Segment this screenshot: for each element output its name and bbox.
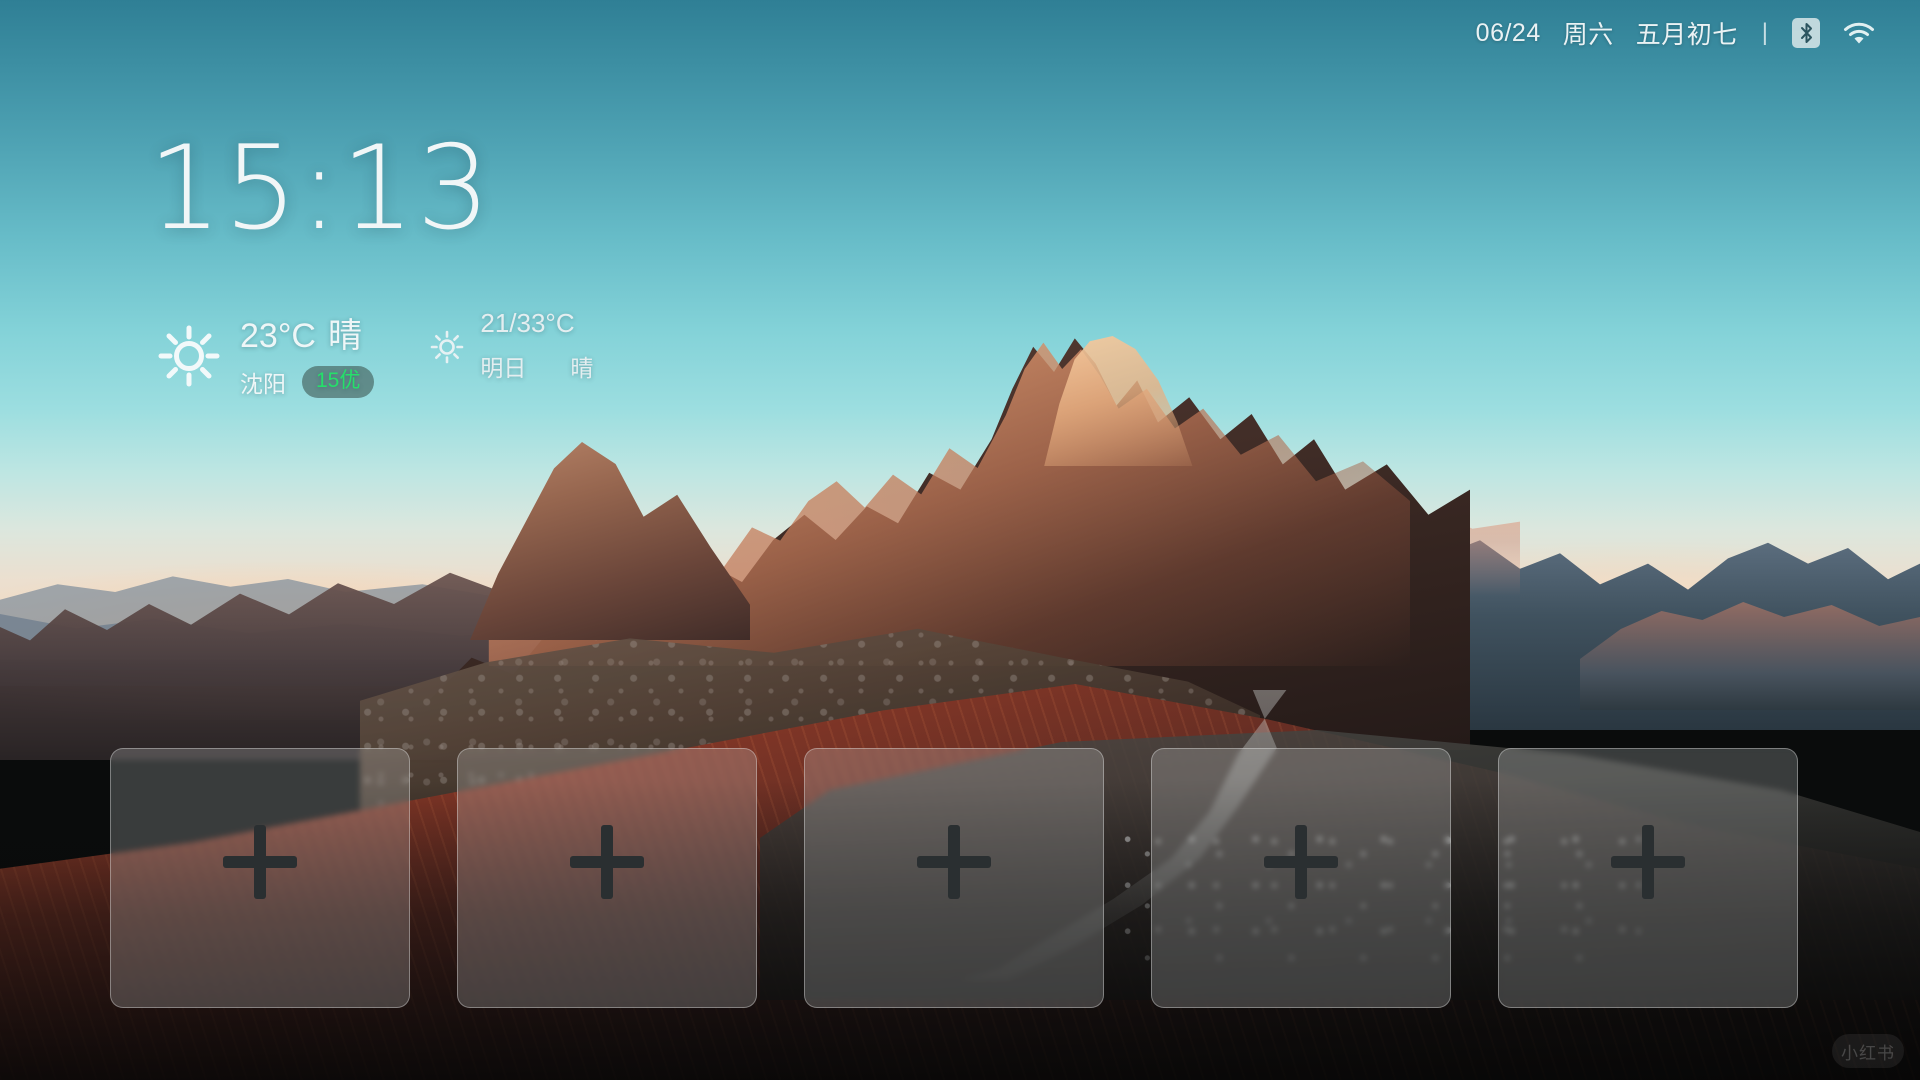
app-watermark: 小红书 [1832,1034,1904,1068]
plus-icon [1611,825,1685,899]
plus-icon [223,825,297,899]
status-separator: | [1761,19,1768,46]
plus-icon [1264,825,1338,899]
wifi-icon[interactable] [1842,19,1876,47]
bluetooth-icon[interactable] [1792,18,1820,48]
weather-city-line: 沈阳 15优 [240,365,375,399]
plus-icon [570,825,644,899]
status-date: 06/24 [1475,18,1541,47]
sun-icon [158,325,220,387]
weather-condition: 晴 [327,317,362,355]
shortcut-card-5[interactable] [1498,748,1798,1008]
weather-tomorrow-row: 明日 晴 [480,349,593,383]
shortcut-card-4[interactable] [1151,748,1451,1008]
weather-temperature: 23°C [240,317,316,355]
sun-icon [430,330,464,364]
plus-icon [917,825,991,899]
status-weekday: 周六 [1562,21,1614,49]
shortcut-card-1[interactable] [110,748,410,1008]
status-lunar: 五月初七 [1635,21,1738,49]
weather-today: 23°C 晴 沈阳 15优 [158,308,375,399]
weather-tomorrow-label: 明日 [480,355,527,381]
aqi-badge: 15优 [302,365,375,399]
status-bar: 06/24 周六 五月初七 | [1476,0,1920,66]
clock-widget[interactable]: 15:13 [148,131,492,247]
weather-tomorrow-condition: 晴 [570,355,594,381]
weather-tomorrow-range: 21/33°C [480,308,575,338]
weather-today-text: 23°C 晴 沈阳 15优 [240,308,375,399]
weather-city: 沈阳 [240,371,286,397]
weather-tomorrow: 21/33°C 明日 晴 [430,308,593,383]
weather-widget[interactable]: 23°C 晴 沈阳 15优 21/33°C 明日 晴 [158,308,593,399]
shortcut-card-3[interactable] [804,748,1104,1008]
shortcut-card-2[interactable] [457,748,757,1008]
shortcut-card-row [110,748,1798,1008]
weather-current-line: 23°C 晴 [240,308,374,357]
clock-time: 15:13 [148,121,493,256]
weather-tomorrow-text: 21/33°C 明日 晴 [480,308,593,383]
